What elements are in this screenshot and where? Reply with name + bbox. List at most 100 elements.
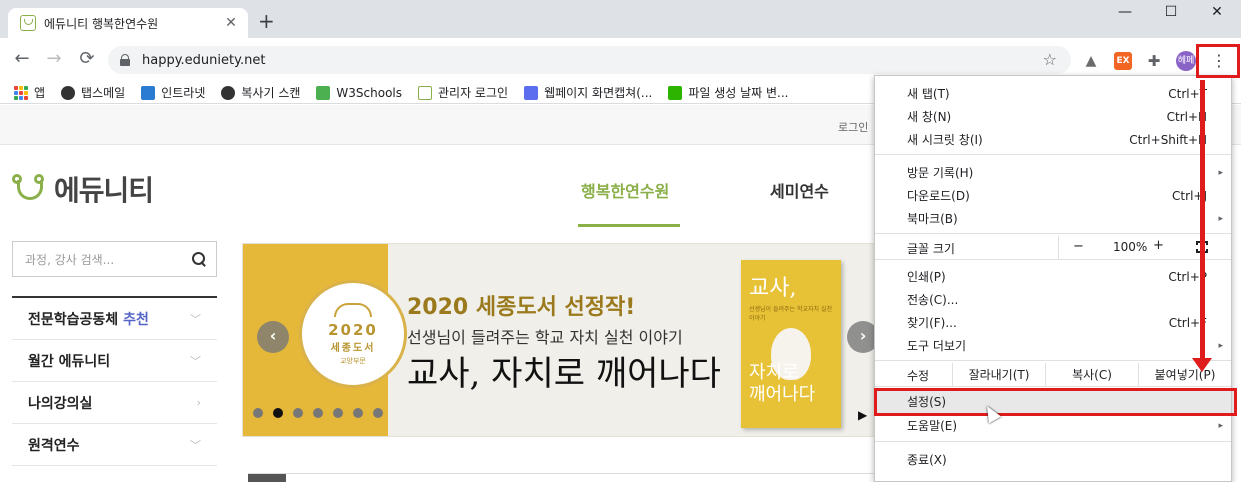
maximize-button[interactable]: ☐ bbox=[1148, 4, 1194, 20]
menu-item-history[interactable]: 방문 기록(H) ▸ bbox=[875, 161, 1231, 184]
pagination-dot[interactable] bbox=[273, 408, 283, 418]
login-link[interactable]: 로그인 bbox=[838, 119, 868, 135]
close-window-button[interactable]: ✕ bbox=[1194, 4, 1240, 20]
menu-edit-row: 수정 잘라내기(T) 복사(C) 붙여넣기(P) bbox=[875, 363, 1231, 386]
menu-item-more-tools[interactable]: 도구 더보기 ▸ bbox=[875, 334, 1231, 357]
banner-play-button[interactable]: ▶ bbox=[858, 408, 867, 422]
site-logo[interactable]: 에듀니티 bbox=[12, 169, 154, 209]
bookmark-file-date[interactable]: 파일 생성 날짜 변... bbox=[668, 84, 789, 101]
forward-button[interactable]: → bbox=[42, 49, 66, 69]
search-placeholder: 과정, 강사 검색... bbox=[25, 252, 115, 267]
chevron-down-icon: ﹀ bbox=[190, 354, 201, 368]
browser-tab[interactable]: 에듀니티 행복한연수원 ✕ bbox=[8, 8, 248, 38]
lnb-label: 나의강의실 bbox=[28, 395, 93, 412]
recommend-badge: 추천 bbox=[123, 311, 149, 328]
sejong-book-seal: 2020 세종도서 교양부문 bbox=[299, 280, 407, 388]
main-banner[interactable]: 2020 세종도서 교양부문 2020 세종도서 선정작! 선생님이 들려주는 … bbox=[242, 243, 882, 437]
menu-label: 새 시크릿 창(I) bbox=[907, 133, 983, 147]
submenu-arrow-icon: ▸ bbox=[1218, 340, 1223, 351]
pagination-dot[interactable] bbox=[333, 408, 343, 418]
puzzle-extension-icon[interactable]: ✚ bbox=[1145, 52, 1163, 70]
pagination-dot[interactable] bbox=[293, 408, 303, 418]
bookmark-label: W3Schools bbox=[336, 85, 402, 100]
menu-item-incognito[interactable]: 새 시크릿 창(I) Ctrl+Shift+N bbox=[875, 128, 1231, 151]
content-tabs bbox=[248, 473, 888, 482]
bookmark-label: 파일 생성 날짜 변... bbox=[688, 86, 789, 100]
drive-extension-icon[interactable]: ▲ bbox=[1082, 52, 1100, 70]
menu-item-new-window[interactable]: 새 창(N) Ctrl+N bbox=[875, 105, 1231, 128]
lnb-label: 월간 에듀니티 bbox=[28, 353, 111, 370]
bookmark-label: 복사기 스캔 bbox=[241, 86, 301, 100]
copy-button[interactable]: 복사(C) bbox=[1045, 363, 1138, 386]
book-title-top: 교사, bbox=[749, 276, 797, 301]
menu-label: 도구 더보기 bbox=[907, 339, 967, 353]
eduniety-logo-icon bbox=[12, 174, 48, 204]
zoom-label: 글꼴 크기 bbox=[907, 242, 955, 256]
course-search-input[interactable]: 과정, 강사 검색... bbox=[12, 241, 217, 277]
menu-label: 북마크(B) bbox=[907, 212, 958, 226]
globe-icon bbox=[221, 85, 236, 100]
address-bar[interactable]: happy.eduniety.net ☆ bbox=[108, 46, 1071, 74]
blog-icon bbox=[668, 85, 683, 100]
menu-item-downloads[interactable]: 다운로드(D) Ctrl+J bbox=[875, 184, 1231, 207]
pagination-dot[interactable] bbox=[373, 408, 383, 418]
lnb-item-monthly[interactable]: 월간 에듀니티 ﹀ bbox=[12, 340, 217, 382]
search-icon[interactable] bbox=[192, 252, 206, 266]
menu-item-help[interactable]: 도움말(E) ▸ bbox=[875, 414, 1231, 437]
pagination-dot[interactable] bbox=[253, 408, 263, 418]
bookmark-star-icon[interactable]: ☆ bbox=[1043, 50, 1057, 69]
menu-item-bookmarks[interactable]: 북마크(B) ▸ bbox=[875, 207, 1231, 230]
minimize-button[interactable]: — bbox=[1102, 4, 1148, 20]
menu-item-print[interactable]: 인쇄(P) Ctrl+P bbox=[875, 265, 1231, 288]
bookmark-label: 탭스메일 bbox=[81, 86, 126, 100]
url-text[interactable]: happy.eduniety.net bbox=[142, 53, 265, 68]
menu-item-find[interactable]: 찾기(F)... Ctrl+F bbox=[875, 311, 1231, 334]
paste-button[interactable]: 붙여넣기(P) bbox=[1138, 363, 1231, 386]
back-button[interactable]: ← bbox=[10, 49, 34, 69]
menu-label: 찾기(F)... bbox=[907, 316, 957, 330]
chevron-down-icon: ﹀ bbox=[190, 438, 201, 452]
ex-extension-icon[interactable]: EX bbox=[1114, 52, 1132, 70]
annotation-box-menu-button bbox=[1196, 44, 1240, 78]
bookmark-admin-login[interactable]: 관리자 로그인 bbox=[418, 84, 508, 101]
zoom-value: 100% bbox=[1113, 240, 1148, 254]
menu-item-new-tab[interactable]: 새 탭(T) Ctrl+T bbox=[875, 82, 1231, 105]
pagination-dot[interactable] bbox=[353, 408, 363, 418]
menu-divider bbox=[875, 360, 1231, 361]
tab-title: 에듀니티 행복한연수원 bbox=[44, 16, 159, 31]
lnb-item-learning-community[interactable]: 전문학습공동체 추천 ﹀ bbox=[12, 298, 217, 340]
pagination-dot[interactable] bbox=[313, 408, 323, 418]
gnb-active-underline bbox=[578, 224, 680, 227]
bookmark-apps[interactable]: 앱 bbox=[14, 84, 45, 101]
tab-close-icon[interactable]: ✕ bbox=[220, 15, 242, 31]
seal-name: 세종도서 bbox=[330, 342, 376, 354]
gnb-seminar[interactable]: 세미연수 bbox=[770, 178, 829, 202]
menu-item-exit[interactable]: 종료(X) bbox=[875, 448, 1231, 471]
menu-zoom-row: 글꼴 크기 − 100% + bbox=[875, 236, 1231, 259]
lnb-item-my-classroom[interactable]: 나의강의실 › bbox=[12, 382, 217, 424]
profile-avatar[interactable]: 헤페 bbox=[1176, 51, 1196, 71]
bookmark-w3schools[interactable]: W3Schools bbox=[316, 85, 402, 100]
chevron-right-icon: › bbox=[196, 396, 201, 409]
zoom-out-button[interactable]: − bbox=[1073, 239, 1084, 254]
gnb-happy-training[interactable]: 행복한연수원 bbox=[581, 178, 669, 202]
w3-icon bbox=[316, 85, 331, 100]
lock-icon[interactable] bbox=[120, 54, 130, 66]
logo-text: 에듀니티 bbox=[54, 174, 154, 207]
bookmark-copier-scan[interactable]: 복사기 스캔 bbox=[221, 84, 300, 101]
bookmark-tabsmail[interactable]: 탭스메일 bbox=[61, 84, 125, 101]
book-cover: 교사, 선생님이 들려주는 학교자치 실천 이야기 자치로 깨어나다 bbox=[741, 260, 841, 428]
seal-sub: 교양부문 bbox=[340, 356, 366, 365]
lnb-item-remote-training[interactable]: 원격연수 ﹀ bbox=[12, 424, 217, 466]
submenu-arrow-icon: ▸ bbox=[1218, 420, 1223, 431]
bookmark-webpage-capture[interactable]: 웹페이지 화면캡쳐(... bbox=[524, 84, 652, 101]
menu-label: 종료(X) bbox=[907, 453, 947, 467]
new-tab-button[interactable]: + bbox=[258, 11, 275, 31]
bookmark-intranet[interactable]: 인트라넷 bbox=[141, 84, 205, 101]
zoom-in-button[interactable]: + bbox=[1153, 238, 1164, 253]
menu-item-cast[interactable]: 전송(C)... bbox=[875, 288, 1231, 311]
reload-button[interactable]: ⟳ bbox=[75, 49, 99, 69]
content-tab-active[interactable] bbox=[248, 474, 286, 482]
cut-button[interactable]: 잘라내기(T) bbox=[952, 363, 1045, 386]
banner-prev-button[interactable]: ‹ bbox=[257, 321, 289, 353]
